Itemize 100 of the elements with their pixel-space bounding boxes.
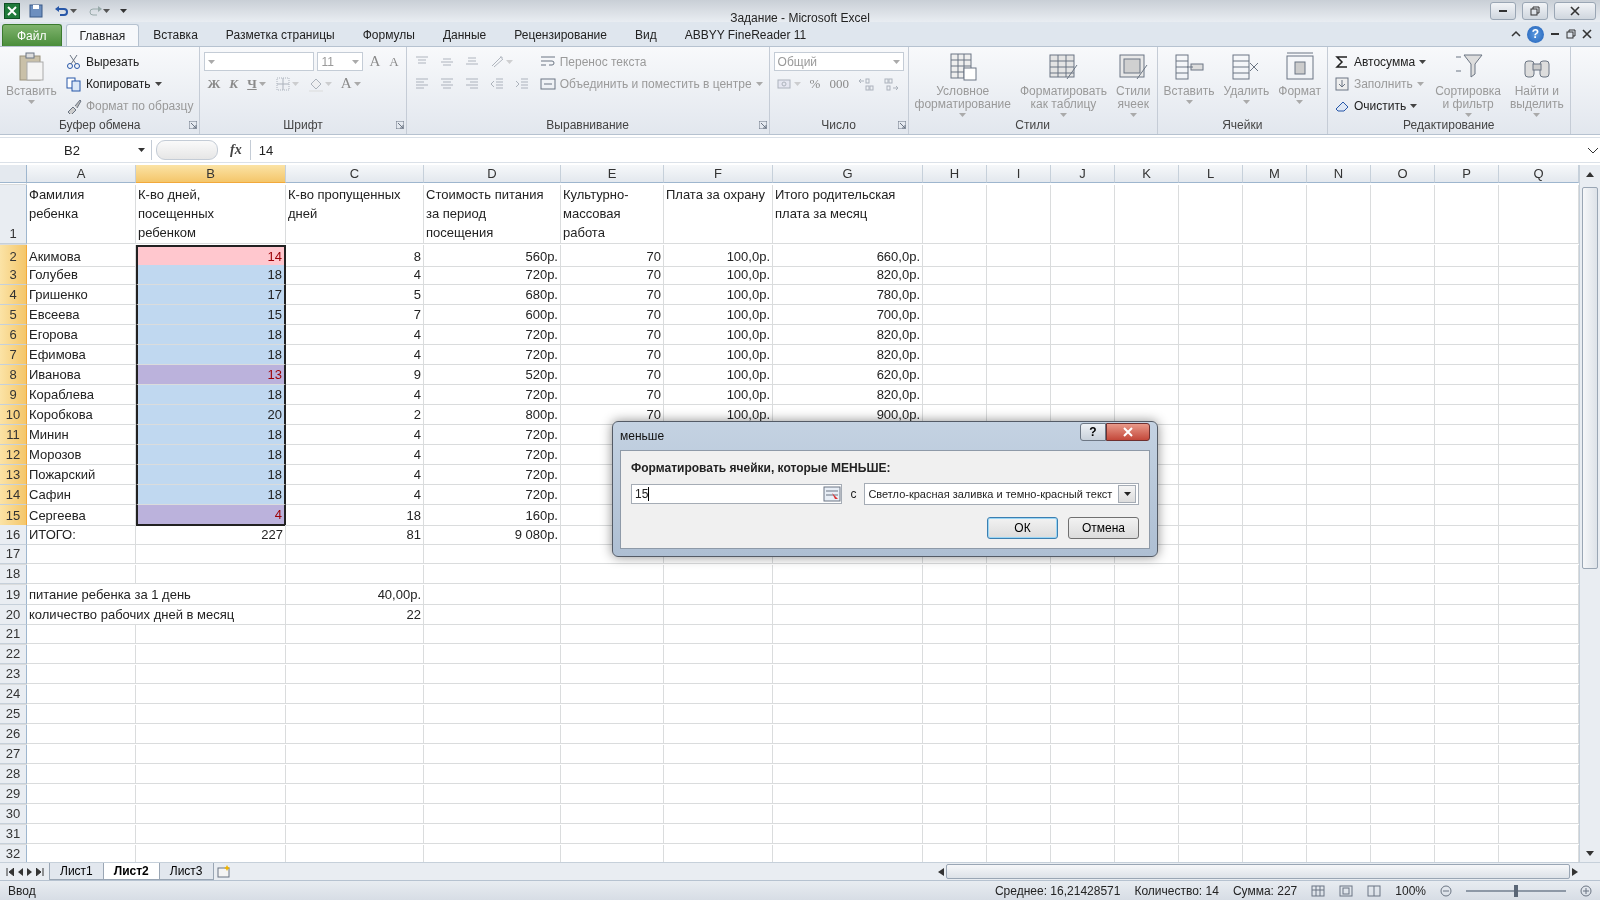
minimize-button[interactable] [1490,2,1516,20]
column-header[interactable]: N [1307,165,1371,183]
row-header[interactable]: 20 [0,605,27,625]
row-header[interactable]: 18 [0,565,27,584]
row-header[interactable]: 11 [0,425,27,445]
column-header[interactable]: P [1435,165,1499,183]
sheet-tab[interactable]: Лист2 [102,863,160,880]
row-header[interactable]: 17 [0,545,27,564]
dialog-button[interactable]: ОК [987,517,1058,539]
column-header[interactable]: K [1115,165,1179,183]
row-header[interactable]: 21 [0,625,27,644]
column-header[interactable]: H [923,165,987,183]
table-cell: 4 [286,325,424,345]
ribbon-tab[interactable]: Разметка страницы [211,23,349,46]
increase-decimal-icon [857,75,874,92]
table-cell: 100,0р. [664,365,773,385]
name-box[interactable]: B2 [0,140,152,160]
ribbon-button[interactable]: Очистить [1331,95,1420,116]
row-header[interactable]: 28 [0,765,27,784]
row-header[interactable]: 32 [0,845,27,862]
save-button[interactable] [26,2,46,20]
column-header[interactable]: I [987,165,1051,183]
group-label: Число [821,117,856,134]
ribbon-tab[interactable]: Формулы [348,23,429,46]
row-header[interactable]: 25 [0,705,27,724]
table-cell: 720р. [424,445,561,465]
ribbon-tab[interactable]: Главная [65,24,140,47]
column-header[interactable]: B [136,165,286,183]
column-header[interactable]: L [1179,165,1243,183]
column-header[interactable]: O [1371,165,1435,183]
table-cell: 4 [136,505,286,526]
column-header[interactable]: F [664,165,773,183]
ribbon-tab[interactable]: Данные [428,23,501,46]
table-cell: 8 [286,245,424,267]
row-header[interactable]: 29 [0,785,27,804]
value-field[interactable]: 15 [631,484,843,504]
range-picker-icon [823,486,842,502]
column-header[interactable]: E [561,165,664,183]
row-header[interactable]: 30 [0,805,27,824]
table-cell: 70 [561,245,664,267]
column-header[interactable]: G [773,165,923,183]
formula-field[interactable]: 14 [249,140,1586,160]
table-cell: 20 [136,405,286,425]
caret-icon [70,9,77,13]
zoom-level[interactable]: 100% [1395,883,1426,898]
row-header[interactable]: 27 [0,745,27,764]
help-button[interactable]: ? [1527,25,1544,43]
row-header[interactable]: 13 [0,465,27,485]
row-header[interactable]: 6 [0,325,27,345]
column-header[interactable]: Q [1499,165,1579,183]
row-header[interactable]: 10 [0,405,27,425]
select-all-corner[interactable] [0,165,27,183]
dialog-button[interactable]: Отмена [1068,517,1139,539]
row-header[interactable]: 4 [0,285,27,305]
close-button[interactable] [1106,423,1150,441]
ribbon-tab[interactable]: Вставка [139,23,212,46]
table-cell: 18 [286,505,424,526]
row-header[interactable]: 8 [0,365,27,385]
caret-icon [103,9,110,13]
row-header[interactable]: 9 [0,385,27,405]
row-header[interactable]: 3 [0,265,27,285]
ribbon-tab[interactable]: Вид [620,23,671,46]
row-header[interactable]: 15 [0,505,27,526]
table-cell: К-во дней, посещенных ребенком [136,185,286,244]
column-header[interactable]: D [424,165,561,183]
row-header[interactable]: 16 [0,525,27,545]
row-header[interactable]: 5 [0,305,27,325]
insert-function-button[interactable]: fx [222,142,250,158]
table-cell: 13 [136,365,286,385]
scrollbar-thumb[interactable] [946,864,1570,879]
row-header[interactable]: 2 [0,245,27,267]
column-header[interactable]: A [27,165,136,183]
ribbon-button[interactable]: Копировать [63,73,164,94]
scrollbar-thumb[interactable] [1582,187,1598,569]
table-cell: 70 [561,345,664,365]
row-header[interactable]: 31 [0,825,27,844]
help-button[interactable]: ? [1080,423,1106,441]
row-header[interactable]: 12 [0,445,27,465]
ribbon-button[interactable]: Автосумма [1331,51,1429,72]
row-header[interactable]: 1 [0,185,27,244]
format-cells-icon [1283,51,1316,83]
ribbon-tab[interactable]: Рецензирование [500,23,621,46]
sheet-tab[interactable]: Лист1 [49,863,104,880]
restore-button[interactable] [1522,2,1548,20]
ribbon-button[interactable]: Вырезать [63,51,142,72]
formula-splitter[interactable] [156,140,218,160]
row-header[interactable]: 14 [0,485,27,505]
column-header[interactable]: C [286,165,424,183]
row-header[interactable]: 22 [0,645,27,664]
row-header[interactable]: 26 [0,725,27,744]
column-header[interactable]: J [1051,165,1115,183]
row-header[interactable]: 24 [0,685,27,704]
sheet-tab[interactable]: Лист3 [158,863,214,880]
row-header[interactable]: 19 [0,585,27,605]
row-header[interactable]: 7 [0,345,27,365]
row-header[interactable]: 23 [0,665,27,684]
close-button[interactable] [1554,2,1596,20]
slider-thumb[interactable] [1514,884,1518,897]
column-header[interactable]: M [1243,165,1307,183]
format-dropdown[interactable]: Светло-красная заливка и темно-красный текст [864,483,1139,505]
